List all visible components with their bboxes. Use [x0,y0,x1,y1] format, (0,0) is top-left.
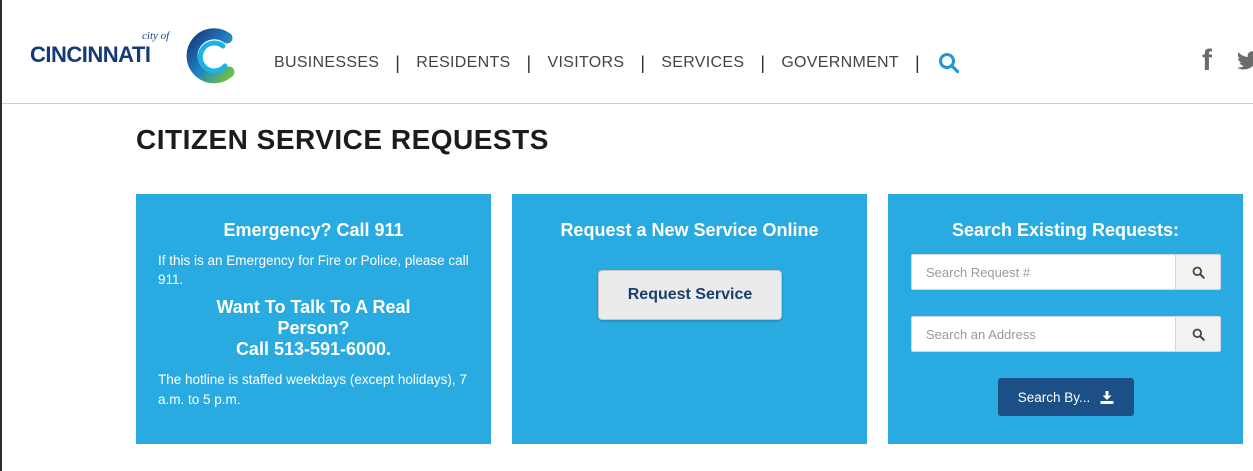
emergency-heading: Emergency? Call 911 [223,220,404,240]
nav-separator: | [640,52,646,73]
logo-c-mark-icon [186,28,235,84]
search-request-button[interactable] [1175,254,1221,290]
nav-separator: | [395,52,401,73]
search-icon[interactable] [938,52,960,74]
download-icon [1100,390,1114,404]
search-request-row [911,254,1221,290]
nav-government[interactable]: GOVERNMENT [779,54,901,72]
emergency-panel: Emergency? Call 911 If this is an Emerge… [136,194,491,444]
twitter-icon[interactable] [1236,50,1253,72]
logo-wordmark: CINCINNATI [30,42,151,67]
hotline-text: The hotline is staffed weekdays (except … [158,372,467,407]
logo-city-of: city of [142,30,170,42]
search-by-label: Search By... [1017,389,1091,405]
main-nav: BUSINESSES | RESIDENTS | VISITORS | SERV… [272,52,960,74]
request-service-button[interactable]: Request Service [598,270,782,320]
nav-separator: | [914,52,920,73]
search-icon [1192,266,1205,279]
nav-businesses[interactable]: BUSINESSES [272,54,381,72]
search-panel: Search Existing Requests: Search By... [888,194,1243,444]
call-number: Call 513-591-6000. [235,339,392,359]
search-address-button[interactable] [1175,316,1221,352]
request-panel: Request a New Service Online Request Ser… [512,194,867,444]
site-header: city of CINCINNATI BUSINESSES | RESIDENT… [2,0,1253,104]
page-title: CITIZEN SERVICE REQUESTS [136,124,549,155]
talk-heading: Want To Talk To A Real Person? [216,297,411,338]
search-icon [1192,328,1205,341]
search-request-input[interactable] [911,254,1175,290]
nav-separator: | [526,52,532,73]
nav-services[interactable]: SERVICES [659,54,746,72]
search-address-input[interactable] [911,316,1175,352]
nav-visitors[interactable]: VISITORS [546,54,627,72]
search-address-row [911,316,1221,352]
request-heading: Request a New Service Online [560,220,819,240]
emergency-text: If this is an Emergency for Fire or Poli… [158,253,469,287]
nav-separator: | [760,52,766,73]
search-by-button[interactable]: Search By... [998,378,1134,416]
city-logo[interactable]: city of CINCINNATI [30,28,250,86]
search-heading: Search Existing Requests: [951,220,1180,240]
nav-residents[interactable]: RESIDENTS [414,54,512,72]
facebook-icon[interactable]: f [1202,44,1212,78]
